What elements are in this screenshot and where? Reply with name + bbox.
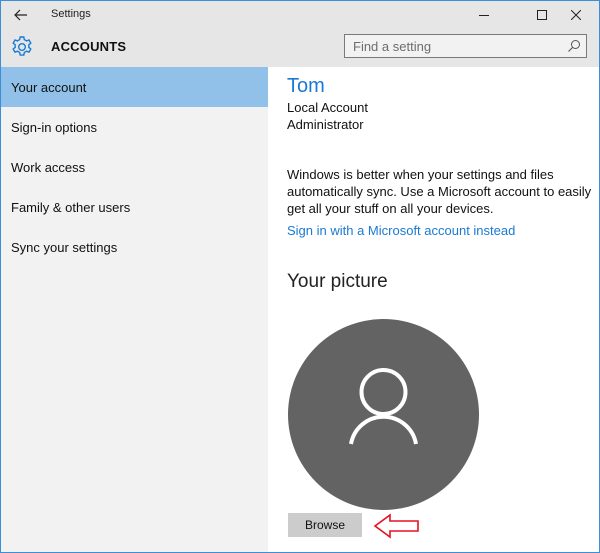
red-arrow-icon: [373, 513, 419, 539]
back-arrow-icon: [14, 9, 27, 21]
sidebar-item-label: Family & other users: [11, 199, 131, 215]
settings-header: ACCOUNTS: [1, 28, 599, 67]
account-role: Administrator: [287, 117, 364, 132]
search-icon[interactable]: [567, 39, 581, 53]
close-icon: [571, 9, 581, 20]
settings-window: Settings ACCOUNTS Find a setting Your ac…: [0, 0, 600, 553]
browse-button[interactable]: Browse: [288, 513, 362, 537]
sidebar-item-label: Work access: [11, 159, 86, 175]
sidebar-item-sign-in-options[interactable]: Sign-in options: [1, 107, 268, 147]
gear-icon: [12, 36, 32, 56]
maximize-icon: [537, 9, 547, 20]
sidebar-item-sync-settings[interactable]: Sync your settings: [1, 227, 268, 267]
window-title: Settings: [51, 8, 91, 20]
section-title: ACCOUNTS: [51, 39, 127, 54]
account-type: Local Account: [287, 100, 368, 115]
user-silhouette-icon: [349, 368, 418, 445]
sidebar-item-label: Your account: [11, 79, 87, 95]
content-pane: Tom Local Account Administrator Windows …: [268, 67, 599, 552]
search-box[interactable]: [344, 34, 587, 58]
back-button[interactable]: [9, 5, 33, 25]
sidebar-item-family-other-users[interactable]: Family & other users: [1, 187, 268, 227]
minimize-button[interactable]: [461, 1, 507, 28]
sidebar-item-your-account[interactable]: Your account: [1, 67, 268, 107]
microsoft-signin-link[interactable]: Sign in with a Microsoft account instead: [287, 223, 515, 238]
user-name: Tom: [287, 75, 325, 97]
minimize-icon: [479, 14, 489, 16]
avatar: [288, 319, 479, 510]
search-input[interactable]: [345, 35, 563, 57]
close-button[interactable]: [553, 1, 599, 28]
sidebar-item-work-access[interactable]: Work access: [1, 147, 268, 187]
sidebar-item-label: Sync your settings: [11, 239, 118, 255]
sync-message: Windows is better when your settings and…: [287, 167, 592, 216]
picture-heading: Your picture: [287, 271, 388, 292]
title-bar: Settings: [1, 1, 599, 28]
sidebar: Your account Sign-in options Work access…: [1, 67, 268, 552]
sidebar-item-label: Sign-in options: [11, 119, 97, 135]
